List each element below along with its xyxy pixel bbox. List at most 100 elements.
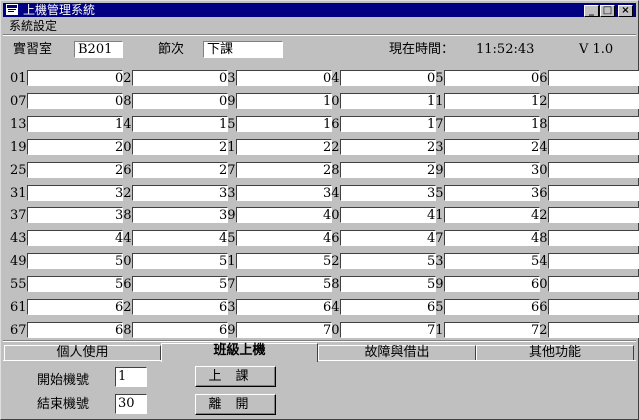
machine-status-field[interactable] bbox=[548, 116, 639, 132]
machine-status-field[interactable] bbox=[236, 70, 332, 86]
machine-status-field[interactable] bbox=[340, 139, 436, 155]
machine-status-field[interactable] bbox=[132, 276, 228, 292]
machine-status-field[interactable] bbox=[236, 276, 332, 292]
machine-status-field[interactable] bbox=[27, 185, 123, 201]
machine-status-field[interactable] bbox=[548, 93, 639, 109]
machine-status-field[interactable] bbox=[236, 322, 332, 338]
machine-number: 56 bbox=[115, 277, 132, 292]
leave-button[interactable]: 離開 bbox=[195, 394, 276, 415]
start-machine-field[interactable]: 1 bbox=[115, 367, 147, 387]
machine-status-field[interactable] bbox=[340, 207, 436, 223]
machine-status-field[interactable] bbox=[548, 185, 639, 201]
machine-status-field[interactable] bbox=[444, 70, 540, 86]
machine-status-field[interactable] bbox=[340, 116, 436, 132]
machine-status-field[interactable] bbox=[340, 70, 436, 86]
machine-status-field[interactable] bbox=[236, 207, 332, 223]
close-button[interactable]: × bbox=[618, 5, 633, 17]
machine-status-field[interactable] bbox=[27, 299, 123, 315]
tab-area-divider bbox=[3, 340, 636, 342]
machine-number: 26 bbox=[115, 163, 132, 178]
machine-status-field[interactable] bbox=[236, 230, 332, 246]
menu-system-settings[interactable]: 系統設定 bbox=[9, 19, 57, 33]
machine-status-field[interactable] bbox=[27, 70, 123, 86]
machine-status-field[interactable] bbox=[236, 93, 332, 109]
maximize-button[interactable]: □ bbox=[600, 5, 615, 17]
machine-status-field[interactable] bbox=[132, 299, 228, 315]
machine-status-field[interactable] bbox=[27, 253, 123, 269]
end-machine-field[interactable]: 30 bbox=[115, 394, 147, 414]
machine-status-field[interactable] bbox=[340, 230, 436, 246]
tab-class-session[interactable]: 班級上機 bbox=[161, 343, 318, 362]
machine-status-field[interactable] bbox=[340, 322, 436, 338]
machine-status-field[interactable] bbox=[340, 185, 436, 201]
window-title: 上機管理系統 bbox=[23, 3, 96, 17]
minimize-button[interactable]: _ bbox=[584, 5, 599, 17]
machine-status-field[interactable] bbox=[236, 185, 332, 201]
machine-status-field[interactable] bbox=[132, 116, 228, 132]
lab-field[interactable]: B201 bbox=[74, 41, 123, 58]
machine-status-field[interactable] bbox=[444, 299, 540, 315]
machine-status-field[interactable] bbox=[132, 230, 228, 246]
machine-status-field[interactable] bbox=[444, 139, 540, 155]
machine-number: 71 bbox=[427, 323, 444, 338]
machine-status-field[interactable] bbox=[132, 207, 228, 223]
machine-status-field[interactable] bbox=[340, 276, 436, 292]
machine-status-field[interactable] bbox=[340, 162, 436, 178]
machine-status-field[interactable] bbox=[444, 162, 540, 178]
machine-status-field[interactable] bbox=[444, 276, 540, 292]
start-class-button[interactable]: 上課 bbox=[195, 366, 276, 387]
machine-status-field[interactable] bbox=[236, 116, 332, 132]
machine-status-field[interactable] bbox=[132, 139, 228, 155]
machine-status-field[interactable] bbox=[340, 93, 436, 109]
machine-number: 60 bbox=[531, 277, 548, 292]
machine-status-field[interactable] bbox=[444, 322, 540, 338]
machine-status-field[interactable] bbox=[444, 116, 540, 132]
machine-status-field[interactable] bbox=[236, 162, 332, 178]
machine-status-field[interactable] bbox=[132, 185, 228, 201]
machine-status-field[interactable] bbox=[27, 162, 123, 178]
machine-status-field[interactable] bbox=[236, 139, 332, 155]
machine-status-field[interactable] bbox=[132, 322, 228, 338]
machine-status-field[interactable] bbox=[548, 299, 639, 315]
period-field[interactable]: 下課 bbox=[203, 41, 283, 58]
machine-number: 41 bbox=[427, 208, 444, 223]
machine-status-field[interactable] bbox=[444, 207, 540, 223]
machine-status-field[interactable] bbox=[27, 322, 123, 338]
machine-status-field[interactable] bbox=[27, 230, 123, 246]
machine-status-field[interactable] bbox=[444, 93, 540, 109]
machine-status-field[interactable] bbox=[548, 207, 639, 223]
machine-status-field[interactable] bbox=[236, 299, 332, 315]
tab-personal-use[interactable]: 個人使用 bbox=[4, 345, 161, 360]
machine-status-field[interactable] bbox=[548, 230, 639, 246]
title-bar[interactable]: 上機管理系統 _ □ × bbox=[3, 3, 636, 17]
machine-status-field[interactable] bbox=[444, 230, 540, 246]
machine-status-field[interactable] bbox=[132, 253, 228, 269]
machine-status-field[interactable] bbox=[27, 93, 123, 109]
tab-fault-and-loan[interactable]: 故障與借出 bbox=[318, 345, 476, 360]
machine-status-field[interactable] bbox=[548, 139, 639, 155]
machine-number: 67 bbox=[10, 323, 27, 338]
machine-status-field[interactable] bbox=[444, 253, 540, 269]
machine-status-field[interactable] bbox=[548, 70, 639, 86]
machine-status-field[interactable] bbox=[236, 253, 332, 269]
machine-number: 54 bbox=[531, 254, 548, 269]
machine-status-field[interactable] bbox=[548, 162, 639, 178]
machine-status-field[interactable] bbox=[132, 162, 228, 178]
machine-number: 22 bbox=[323, 140, 340, 155]
machine-status-field[interactable] bbox=[340, 253, 436, 269]
machine-status-field[interactable] bbox=[27, 139, 123, 155]
machine-status-field[interactable] bbox=[27, 276, 123, 292]
tab-other-functions[interactable]: 其他功能 bbox=[476, 345, 634, 360]
machine-status-field[interactable] bbox=[444, 185, 540, 201]
machine-status-field[interactable] bbox=[27, 116, 123, 132]
machine-number: 04 bbox=[323, 71, 340, 86]
machine-status-field[interactable] bbox=[340, 299, 436, 315]
machine-status-field[interactable] bbox=[548, 276, 639, 292]
machine-status-field[interactable] bbox=[132, 70, 228, 86]
machine-number: 63 bbox=[219, 300, 236, 315]
machine-number: 06 bbox=[531, 71, 548, 86]
machine-status-field[interactable] bbox=[132, 93, 228, 109]
machine-status-field[interactable] bbox=[548, 322, 639, 338]
machine-status-field[interactable] bbox=[27, 207, 123, 223]
machine-status-field[interactable] bbox=[548, 253, 639, 269]
